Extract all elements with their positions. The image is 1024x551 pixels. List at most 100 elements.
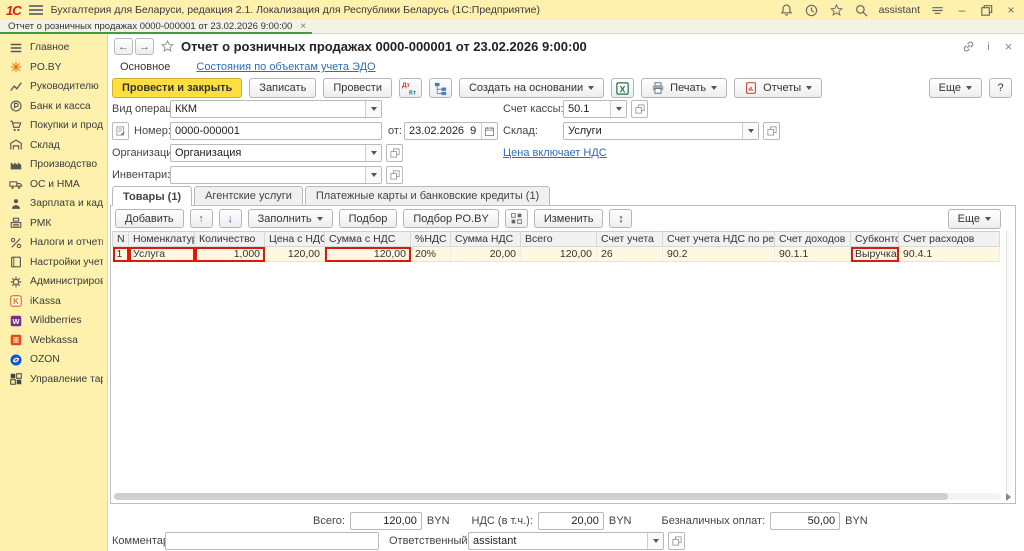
- open-cash-account-button[interactable]: [631, 100, 648, 118]
- dropdown-button[interactable]: [610, 101, 626, 117]
- cell-nomenclature[interactable]: Услуга: [129, 247, 195, 262]
- col-header[interactable]: Количество: [195, 232, 265, 247]
- main-menu-icon[interactable]: [29, 5, 43, 15]
- col-header[interactable]: Счет расходов: [899, 232, 1000, 247]
- save-button[interactable]: Записать: [249, 78, 316, 98]
- post-and-close-button[interactable]: Провести и закрыть: [112, 78, 242, 98]
- sidebar-item-rmk[interactable]: РМК: [0, 214, 107, 234]
- sidebar-item-ikassa[interactable]: KiKassa: [0, 292, 107, 312]
- inventory-input[interactable]: [171, 167, 365, 183]
- col-header[interactable]: N: [113, 232, 129, 247]
- add-row-button[interactable]: Добавить: [115, 209, 184, 228]
- col-header[interactable]: Счет учета НДС по реализации: [663, 232, 775, 247]
- scrollbar-thumb[interactable]: [114, 493, 948, 500]
- sidebar-item-os-nma[interactable]: ОС и НМА: [0, 175, 107, 195]
- vat-total-field[interactable]: [538, 512, 604, 530]
- horizontal-scrollbar[interactable]: [114, 493, 1001, 500]
- sidebar-item-nastroyki[interactable]: Настройки учета: [0, 253, 107, 273]
- search-icon[interactable]: [854, 3, 869, 18]
- tab-agentskie-uslugi[interactable]: Агентские услуги: [194, 186, 303, 205]
- col-header[interactable]: Сумма с НДС: [325, 232, 411, 247]
- tab-tovary[interactable]: Товары (1): [112, 186, 192, 206]
- warehouse-field[interactable]: [563, 122, 759, 140]
- number-input[interactable]: [171, 123, 381, 139]
- dropdown-button[interactable]: [365, 167, 381, 183]
- window-tab-report[interactable]: Отчет о розничных продажах 0000-000001 о…: [0, 20, 312, 34]
- organization-input[interactable]: [171, 145, 365, 161]
- pick-button[interactable]: Подбор: [339, 209, 398, 228]
- print-button[interactable]: Печать: [641, 78, 727, 98]
- open-warehouse-button[interactable]: [763, 122, 780, 140]
- sidebar-item-pokupki-prodazhi[interactable]: Покупки и продажи: [0, 116, 107, 136]
- minimize-button[interactable]: –: [955, 3, 969, 17]
- sidebar-item-rukovoditelyu[interactable]: Руководителю: [0, 77, 107, 97]
- operation-type-field[interactable]: [170, 100, 382, 118]
- comment-input[interactable]: [166, 533, 378, 549]
- cell-total[interactable]: 120,00: [521, 247, 597, 262]
- cell-vat-amount[interactable]: 20,00: [451, 247, 521, 262]
- service-menu-icon[interactable]: [930, 3, 945, 18]
- close-window-button[interactable]: ×: [1004, 3, 1018, 17]
- cash-account-input[interactable]: [564, 101, 610, 117]
- help-button[interactable]: ?: [989, 78, 1012, 98]
- inventory-field[interactable]: [170, 166, 382, 184]
- sidebar-item-nalogi[interactable]: Налоги и отчетность: [0, 233, 107, 253]
- more-button[interactable]: Еще: [929, 78, 982, 98]
- tab-platezhnye-karty[interactable]: Платежные карты и банковские кредиты (1): [305, 186, 550, 205]
- vat-included-link[interactable]: Цена включает НДС: [503, 147, 607, 159]
- sidebar-item-webkassa[interactable]: Webkassa: [0, 331, 107, 351]
- restore-button[interactable]: [979, 3, 994, 18]
- number-field[interactable]: [170, 122, 382, 140]
- cell-vat-account[interactable]: 90.2: [663, 247, 775, 262]
- sidebar-item-wildberries[interactable]: WWildberries: [0, 311, 107, 331]
- organization-field[interactable]: [170, 144, 382, 162]
- warehouse-input[interactable]: [564, 123, 742, 139]
- cell-quantity[interactable]: 1,000: [195, 247, 265, 262]
- vertical-scrollbar[interactable]: [1006, 231, 1013, 491]
- operation-type-input[interactable]: [171, 101, 365, 117]
- dt-kt-postings-button[interactable]: ДтКт: [399, 78, 422, 98]
- scroll-right-arrow-icon[interactable]: [1006, 493, 1011, 501]
- excel-export-button[interactable]: X: [611, 78, 634, 98]
- col-header[interactable]: Номенклатура: [129, 232, 195, 247]
- reports-button[interactable]: Отчеты: [734, 78, 822, 98]
- cashless-input[interactable]: [771, 513, 839, 529]
- history-icon[interactable]: [804, 3, 819, 18]
- create-based-on-button[interactable]: Создать на основании: [459, 78, 604, 98]
- cell-subconto[interactable]: Выручка: [851, 247, 899, 262]
- cell-expense-account[interactable]: 90.4.1: [899, 247, 1000, 262]
- col-header[interactable]: Субконто: [851, 232, 899, 247]
- move-row-up-button[interactable]: ↑: [190, 209, 213, 228]
- col-header[interactable]: Счет учета: [597, 232, 663, 247]
- cell-n[interactable]: 1: [113, 247, 129, 262]
- items-more-button[interactable]: Еще: [948, 209, 1001, 229]
- col-header[interactable]: Цена с НДС: [265, 232, 325, 247]
- pick-roby-button[interactable]: Подбор PO.BY: [403, 209, 498, 228]
- row-height-toggle-button[interactable]: ↕: [609, 209, 632, 228]
- current-user[interactable]: assistant: [879, 4, 920, 16]
- dropdown-button[interactable]: [742, 123, 758, 139]
- cell-income-account[interactable]: 90.1.1: [775, 247, 851, 262]
- table-row[interactable]: 1 Услуга 1,000 120,00 120,00 20% 20,00 1…: [113, 247, 1000, 262]
- sidebar-item-ozon[interactable]: OZON: [0, 350, 107, 370]
- dropdown-button[interactable]: [365, 145, 381, 161]
- cell-account[interactable]: 26: [597, 247, 663, 262]
- cell-vat-rate[interactable]: 20%: [411, 247, 451, 262]
- set-number-button[interactable]: [112, 122, 129, 140]
- nav-edo-link[interactable]: Состояния по объектам учета ЭДО: [196, 61, 375, 73]
- date-input[interactable]: [405, 123, 481, 139]
- marking-codes-button[interactable]: [505, 209, 528, 228]
- sidebar-item-bank-kassa[interactable]: Банк и касса: [0, 97, 107, 117]
- open-responsible-button[interactable]: [668, 532, 685, 550]
- info-icon[interactable]: i: [981, 39, 996, 54]
- favorites-star-icon[interactable]: [829, 3, 844, 18]
- calendar-icon[interactable]: [481, 123, 497, 139]
- get-link-icon[interactable]: [961, 39, 976, 54]
- back-button[interactable]: ←: [114, 38, 133, 55]
- vat-total-input[interactable]: [539, 513, 603, 529]
- dropdown-button[interactable]: [647, 533, 663, 549]
- col-header[interactable]: Всего: [521, 232, 597, 247]
- notifications-bell-icon[interactable]: [779, 3, 794, 18]
- open-inventory-button[interactable]: [386, 166, 403, 184]
- cell-price-with-vat[interactable]: 120,00: [265, 247, 325, 262]
